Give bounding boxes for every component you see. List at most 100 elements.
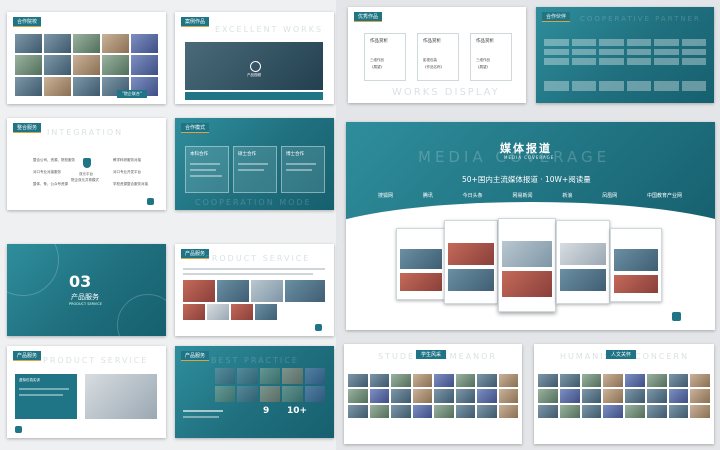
text-line: [19, 394, 63, 396]
slide-media-coverage[interactable]: MEDIA COVERAGE 媒体报道 MEDIA COVERAGE 50+国内…: [346, 122, 715, 330]
photo: [560, 243, 606, 265]
slide-footer-band: [185, 92, 323, 100]
mode-card-title: 硕士合作: [238, 152, 256, 157]
ghost-title: COOPERATION MODE: [195, 198, 312, 207]
slide-excellent-works[interactable]: 案例作品 EXCELLENT WORKS 产品视频: [175, 12, 334, 104]
slide-note: "院企联合": [117, 90, 147, 98]
center-label-2: 院企双元共育模式: [71, 178, 99, 182]
work-card-title: 作品赏析: [370, 39, 388, 44]
ghost-title: BEST PRACTICE: [211, 356, 299, 365]
photo: [183, 280, 215, 302]
work-card-line1: 三维作品: [476, 58, 490, 62]
photo: [614, 275, 658, 293]
photo: [207, 304, 229, 320]
logo-icon: [147, 198, 154, 205]
slide-virtual-training[interactable]: 产品服务 PRODUCT SERVICE 虚拟仿真实训: [7, 346, 166, 438]
mode-card-2[interactable]: 硕士合作: [233, 146, 277, 193]
slide-product-service[interactable]: 产品服务 PRODUCT SERVICE: [175, 244, 334, 336]
media-logo: 今日头条: [462, 192, 483, 199]
slide-tag: 案例作品: [181, 17, 210, 27]
photo: [217, 280, 249, 302]
center-shield-icon: [83, 158, 91, 168]
media-subtitle: MEDIA COVERAGE: [504, 155, 555, 160]
mode-card-3[interactable]: 博士合作: [281, 146, 325, 193]
logo-icon: [672, 312, 681, 321]
left-item-3: 整体、条、公众号资源: [33, 182, 68, 186]
photo-grid: [15, 34, 158, 96]
media-logo: 凤凰网: [602, 192, 618, 199]
right-item-1: 教学科研服务对接: [113, 158, 141, 162]
photo-grid: [215, 368, 325, 402]
photo: [285, 280, 325, 302]
photo: [400, 273, 442, 291]
text-line: [19, 388, 69, 390]
text-line: [286, 163, 316, 165]
mode-card-title: 本科合作: [190, 152, 208, 157]
article-screenshot-5: [610, 228, 662, 302]
mode-card-title: 博士合作: [286, 152, 304, 157]
photo: [614, 249, 658, 271]
photo: [231, 304, 253, 320]
media-logo: 新浪: [562, 192, 573, 199]
work-card-2[interactable]: 作品赏析 影视包装 《作品名称》: [417, 33, 459, 81]
stat-9: 9: [263, 406, 270, 416]
slide-works-display[interactable]: 优秀作品 作品赏析 三维作品 《展望》 作品赏析 影视包装 《作品名称》 作品赏…: [348, 7, 526, 103]
text-line: [190, 169, 216, 171]
photo: [502, 271, 552, 297]
decor-circle: [117, 294, 166, 336]
ghost-title: PRODUCT SERVICE: [43, 356, 149, 365]
logo-icon: [15, 426, 22, 433]
slide-cooperative-partner[interactable]: 合作伙伴 COOPERATIVE PARTNER: [536, 7, 714, 103]
text-line: [183, 268, 325, 270]
text-line: [190, 163, 220, 165]
slide-integration[interactable]: 整合服务 INTEGRATION 整合公司、资源、院校服务 对口专业对接服务 整…: [7, 118, 166, 210]
right-item-3: 学校资源整合服务对接: [113, 182, 148, 186]
work-card-title: 作品赏析: [423, 39, 441, 44]
text-line: [183, 273, 313, 275]
slide-best-practice[interactable]: 产品服务 BEST PRACTICE 9 10+: [175, 346, 334, 438]
article-screenshot-3: [498, 218, 556, 312]
ghost-title: COOPERATIVE PARTNER: [580, 15, 701, 23]
slide-section-03[interactable]: 03 产品服务 PRODUCT SERVICE: [7, 244, 166, 336]
slide-tag: 整合服务: [13, 123, 42, 133]
article-screenshot-2: [444, 220, 498, 304]
section-title: 产品服务: [71, 293, 99, 301]
slide-student-demeanor[interactable]: STUDENT DEMEANOR 学生风采: [344, 344, 522, 444]
play-icon[interactable]: [250, 61, 261, 72]
work-card-line1: 影视包装: [423, 58, 437, 62]
work-card-1[interactable]: 作品赏析 三维作品 《展望》: [364, 33, 406, 81]
photo: [183, 304, 205, 320]
slide-cooperation-mode[interactable]: 合作模式 本科合作 硕士合作 博士合作 COOPERATION MODE: [175, 118, 334, 210]
right-item-2: 对口专业开发平台: [113, 170, 141, 174]
photo: [400, 249, 442, 269]
partner-logo-grid-2: [544, 81, 706, 91]
work-card-3[interactable]: 作品赏析 三维作品 《展望》: [470, 33, 512, 81]
photo-grid: [538, 374, 710, 418]
logo-icon: [315, 324, 322, 331]
left-item-1: 整合公司、资源、院校服务: [33, 158, 75, 162]
info-box: 虚拟仿真实训: [15, 374, 77, 419]
work-card-line2: 《展望》: [370, 65, 384, 69]
ghost-title: PRODUCT SERVICE: [205, 254, 311, 263]
slide-partner-schools[interactable]: 合作院校 "院企联合": [7, 12, 166, 104]
left-item-2: 对口专业对接服务: [33, 170, 61, 174]
text-line: [183, 416, 219, 418]
mode-card-1[interactable]: 本科合作: [185, 146, 229, 193]
stat-10plus: 10+: [287, 406, 308, 416]
ghost-title: INTEGRATION: [47, 128, 124, 137]
ghost-title: WORKS DISPLAY: [392, 87, 500, 98]
media-logo: 网易新闻: [512, 192, 533, 199]
slide-humanistic-concern[interactable]: HUMANISTIC CONCERN 人文关怀: [534, 344, 714, 444]
text-line: [238, 163, 268, 165]
photo: [255, 304, 277, 320]
work-card-title: 作品赏析: [476, 39, 494, 44]
photo: [448, 269, 494, 291]
photo: [502, 241, 552, 267]
info-box-title: 虚拟仿真实训: [19, 378, 40, 382]
slide-title: 人文关怀: [606, 350, 637, 359]
text-line: [190, 175, 222, 177]
section-number: 03: [69, 272, 92, 291]
photo: [560, 269, 606, 291]
article-screenshot-4: [556, 220, 610, 304]
slide-tag: 合作模式: [181, 123, 210, 133]
